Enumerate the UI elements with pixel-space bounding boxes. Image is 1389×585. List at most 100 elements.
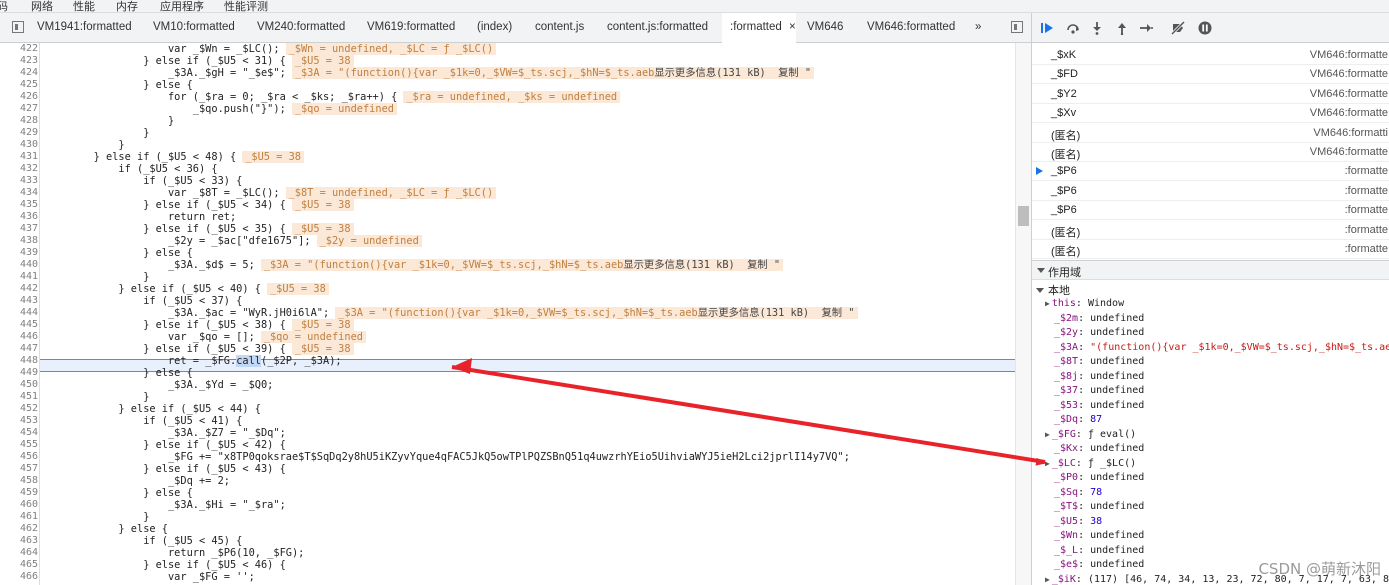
call-frame-location[interactable]: :formatte bbox=[1345, 204, 1388, 216]
line-number[interactable]: 466 bbox=[0, 571, 38, 583]
call-frame-location[interactable]: VM646:formatte bbox=[1310, 49, 1388, 61]
call-frame[interactable]: (匿名):formatte bbox=[1032, 221, 1389, 240]
call-frame[interactable]: _$xK VM646:formatte bbox=[1032, 46, 1389, 65]
show-more-link[interactable]: 显示更多信息(131 kB) 复制 " bbox=[654, 67, 811, 79]
line-number[interactable]: 465 bbox=[0, 559, 38, 571]
line-number[interactable]: 459 bbox=[0, 487, 38, 499]
line-number[interactable]: 424 bbox=[0, 67, 38, 79]
line-number[interactable]: 458 bbox=[0, 475, 38, 487]
line-number[interactable]: 423 bbox=[0, 55, 38, 67]
line-number[interactable]: 451 bbox=[0, 391, 38, 403]
editor-scrollbar-thumb[interactable] bbox=[1018, 206, 1029, 226]
line-number[interactable]: 422 bbox=[0, 43, 38, 55]
menu-item-application[interactable]: 应用程序 bbox=[160, 0, 204, 12]
expand-triangle-icon[interactable]: ▶ bbox=[1045, 459, 1050, 468]
call-frame[interactable]: _$P6:formatte bbox=[1032, 162, 1389, 182]
scope-variable[interactable]: _$8j: undefined bbox=[1054, 370, 1144, 384]
tab-vm646-formatted[interactable]: VM646:formatted bbox=[867, 21, 955, 33]
line-number[interactable]: 441 bbox=[0, 271, 38, 283]
call-frame[interactable]: _$Y2 VM646:formatte bbox=[1032, 85, 1389, 104]
line-number[interactable]: 457 bbox=[0, 463, 38, 475]
call-frame[interactable]: (匿名) VM646:formatte bbox=[1032, 143, 1389, 162]
scope-variable[interactable]: _$Wn: undefined bbox=[1054, 529, 1144, 543]
line-number[interactable]: 427 bbox=[0, 103, 38, 115]
tab-formatted-active[interactable]: :formatted × bbox=[722, 13, 796, 43]
call-frame-location[interactable]: :formatte bbox=[1345, 243, 1388, 255]
call-frame[interactable]: _$P6:formatte bbox=[1032, 201, 1389, 221]
code-editor[interactable]: 422 423 424 425 426 427 428 429 430 431 432 433 434 4… bbox=[0, 43, 1031, 585]
tab-vm646[interactable]: VM646 bbox=[807, 21, 843, 33]
line-number[interactable]: 431 bbox=[0, 151, 38, 163]
expand-triangle-icon[interactable]: ▶ bbox=[1045, 299, 1050, 308]
line-number[interactable]: 430 bbox=[0, 139, 38, 151]
line-number[interactable]: 455 bbox=[0, 439, 38, 451]
line-number[interactable]: 463 bbox=[0, 535, 38, 547]
menu-item-sources[interactable]: 码 bbox=[0, 0, 8, 12]
line-number[interactable]: 461 bbox=[0, 511, 38, 523]
scope-variable[interactable]: _$Sq: 78 bbox=[1054, 486, 1102, 500]
call-frame[interactable]: (匿名):formatte bbox=[1032, 240, 1389, 259]
local-scope-header[interactable]: 本地 bbox=[1036, 282, 1070, 298]
tab-vm10-formatted[interactable]: VM10:formatted bbox=[153, 21, 235, 33]
line-number[interactable]: 439 bbox=[0, 247, 38, 259]
call-frame-location[interactable]: :formatte bbox=[1345, 165, 1388, 177]
line-number[interactable]: 450 bbox=[0, 379, 38, 391]
tab-content-js[interactable]: content.js bbox=[535, 21, 584, 33]
line-number[interactable]: 436 bbox=[0, 211, 38, 223]
close-icon[interactable]: × bbox=[789, 21, 796, 33]
deactivate-breakpoints-icon[interactable] bbox=[1171, 21, 1185, 35]
scope-variable[interactable]: _$53: undefined bbox=[1054, 399, 1144, 413]
tab-vm240-formatted[interactable]: VM240:formatted bbox=[257, 21, 345, 33]
scope-variable[interactable]: _$_L: undefined bbox=[1054, 544, 1144, 558]
menu-item-performance[interactable]: 性能 bbox=[73, 0, 95, 12]
line-number[interactable]: 440 bbox=[0, 259, 38, 271]
expand-triangle-icon[interactable]: ▶ bbox=[1045, 430, 1050, 439]
editor-scrollbar[interactable] bbox=[1015, 43, 1031, 585]
call-frame-location[interactable]: VM646:formatti bbox=[1313, 127, 1388, 139]
tab-content-js-formatted[interactable]: content.js:formatted bbox=[607, 21, 708, 33]
tab-index[interactable]: (index) bbox=[477, 21, 512, 33]
line-number[interactable]: 449 bbox=[0, 367, 38, 379]
call-frame-location[interactable]: VM646:formatte bbox=[1310, 88, 1388, 100]
call-frame[interactable]: _$P6:formatte bbox=[1032, 182, 1389, 201]
expand-triangle-icon[interactable]: ▶ bbox=[1045, 575, 1050, 584]
tab-vm619-formatted[interactable]: VM619:formatted bbox=[367, 21, 455, 33]
resume-icon[interactable] bbox=[1040, 21, 1054, 35]
line-number[interactable]: 462 bbox=[0, 523, 38, 535]
tab-vm1941-formatted[interactable]: VM1941:formatted bbox=[37, 21, 132, 33]
step-over-icon[interactable] bbox=[1066, 21, 1080, 35]
call-frame[interactable]: _$FD VM646:formatte bbox=[1032, 65, 1389, 85]
line-number[interactable]: 434 bbox=[0, 187, 38, 199]
line-number[interactable]: 433 bbox=[0, 175, 38, 187]
call-frame[interactable]: _$Xv VM646:formatte bbox=[1032, 104, 1389, 124]
line-number[interactable]: 429 bbox=[0, 127, 38, 139]
menu-item-lighthouse[interactable]: 性能评测 bbox=[224, 0, 268, 12]
call-frame-location[interactable]: :formatte bbox=[1345, 185, 1388, 197]
scope-variable[interactable]: _$e$: undefined bbox=[1054, 558, 1144, 572]
line-number[interactable]: 460 bbox=[0, 499, 38, 511]
call-frame-location[interactable]: VM646:formatte bbox=[1310, 107, 1388, 119]
scope-variable[interactable]: ▶ _$LC: ƒ _$LC() bbox=[1045, 457, 1136, 471]
line-number[interactable]: 442 bbox=[0, 283, 38, 295]
call-frame[interactable]: (匿名) VM646:formatti bbox=[1032, 124, 1389, 143]
more-tabs-icon[interactable]: » bbox=[975, 21, 981, 33]
line-number[interactable]: 452 bbox=[0, 403, 38, 415]
scope-variable[interactable]: _$U5: 38 bbox=[1054, 515, 1102, 529]
scope-variable[interactable]: _$8T: undefined bbox=[1054, 355, 1144, 369]
scope-variable[interactable]: ▶ _$FG: ƒ eval() bbox=[1045, 428, 1136, 442]
toggle-debugger-icon[interactable] bbox=[1011, 21, 1023, 33]
show-more-link[interactable]: 显示更多信息(131 kB) 复制 " bbox=[698, 307, 855, 319]
step-icon[interactable] bbox=[1139, 21, 1153, 35]
line-number[interactable]: 438 bbox=[0, 235, 38, 247]
line-number[interactable]: 444 bbox=[0, 307, 38, 319]
line-number[interactable]: 437 bbox=[0, 223, 38, 235]
line-number[interactable]: 447 bbox=[0, 343, 38, 355]
line-number[interactable]: 446 bbox=[0, 331, 38, 343]
line-number[interactable]: 453 bbox=[0, 415, 38, 427]
pause-on-exceptions-icon[interactable] bbox=[1198, 21, 1212, 35]
line-number[interactable]: 435 bbox=[0, 199, 38, 211]
step-out-icon[interactable] bbox=[1115, 21, 1129, 35]
line-number[interactable]: 445 bbox=[0, 319, 38, 331]
line-number[interactable]: 425 bbox=[0, 79, 38, 91]
scope-section-header[interactable]: 作用域 bbox=[1032, 260, 1389, 280]
